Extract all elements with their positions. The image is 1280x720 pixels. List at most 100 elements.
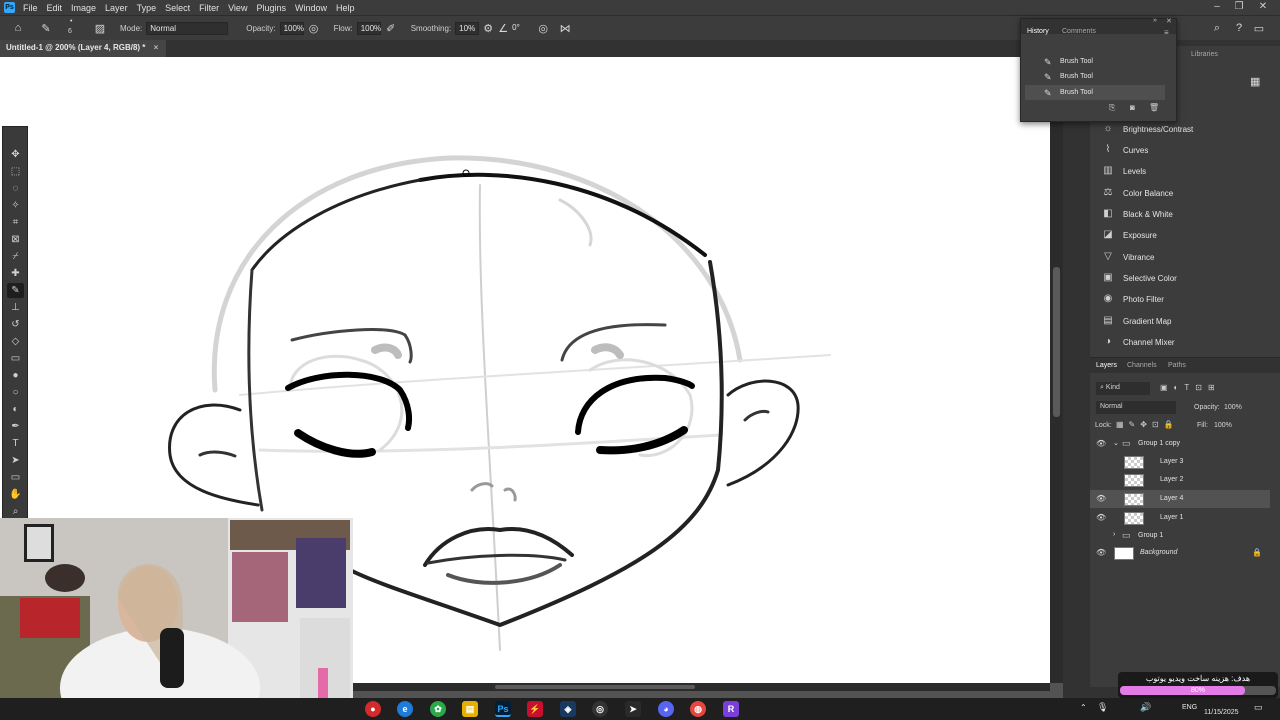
pressure-opacity-icon[interactable]: ◎ bbox=[304, 22, 324, 35]
close-window-icon[interactable]: ✕ bbox=[1252, 0, 1274, 15]
restore-icon[interactable]: ❐ bbox=[1228, 0, 1250, 15]
blend-mode-select[interactable]: Normal bbox=[1096, 401, 1176, 414]
adj-exposure[interactable]: ◪ Exposure bbox=[1102, 226, 1157, 244]
horizontal-scroll-thumb[interactable] bbox=[495, 685, 695, 689]
marquee-tool-icon[interactable]: ⬚ bbox=[7, 164, 24, 179]
eye-icon[interactable]: 👁 bbox=[1096, 494, 1106, 503]
trash-icon[interactable]: 🗑 bbox=[1149, 103, 1159, 112]
layer-2[interactable]: Layer 2 bbox=[1090, 471, 1270, 489]
horizontal-scrollbar[interactable] bbox=[353, 683, 1050, 691]
chevron-right-icon[interactable]: › bbox=[1113, 531, 1115, 538]
panel-menu-icon[interactable]: ≡ bbox=[1164, 28, 1169, 37]
close-panel-icon[interactable]: ✕ bbox=[1166, 17, 1172, 25]
language-indicator[interactable]: ENG bbox=[1182, 704, 1197, 711]
tab-libraries[interactable]: Libraries bbox=[1191, 51, 1218, 58]
adj-curves[interactable]: ⌇ Curves bbox=[1102, 141, 1149, 159]
brush-settings-icon[interactable]: ▨ bbox=[90, 22, 110, 35]
layer-3[interactable]: Layer 3 bbox=[1090, 453, 1270, 471]
tray-date[interactable]: 11/15/2025 bbox=[1204, 709, 1239, 716]
tab-comments[interactable]: Comments bbox=[1062, 28, 1096, 35]
blur-tool-icon[interactable]: ● bbox=[7, 368, 24, 383]
stamp-tool-icon[interactable]: ⊥ bbox=[7, 300, 24, 315]
tab-paths[interactable]: Paths bbox=[1168, 362, 1186, 369]
record-app-icon[interactable]: ● bbox=[365, 701, 381, 717]
zoom-tool-icon[interactable]: ⌕ bbox=[7, 504, 24, 519]
microphone-icon[interactable]: 🎙 bbox=[1097, 702, 1108, 713]
search-icon[interactable]: ⌕ bbox=[1210, 22, 1224, 35]
airbrush-icon[interactable]: ✐ bbox=[381, 22, 401, 35]
eye-icon[interactable]: 👁 bbox=[1096, 548, 1106, 557]
chevron-down-icon[interactable]: ⌄ bbox=[1113, 439, 1119, 447]
sponge-tool-icon[interactable]: ◐ bbox=[7, 402, 24, 417]
eyedropper-tool-icon[interactable]: ⌿ bbox=[7, 249, 24, 264]
collapse-icon[interactable]: » bbox=[1153, 17, 1157, 24]
grid-view-icon[interactable]: ▦ bbox=[1250, 75, 1260, 88]
layer-background[interactable]: 👁 Background 🔒 bbox=[1090, 544, 1270, 562]
discord-icon[interactable]: ◕ bbox=[658, 701, 674, 717]
adj-vibrance[interactable]: ▽ Vibrance bbox=[1102, 248, 1154, 266]
crop-tool-icon[interactable]: ⌗ bbox=[7, 215, 24, 230]
type-tool-icon[interactable]: T bbox=[7, 436, 24, 451]
menu-type[interactable]: Type bbox=[137, 3, 157, 13]
hand-tool-icon[interactable]: ✋ bbox=[7, 487, 24, 502]
document-tab[interactable]: Untitled-1 @ 200% (Layer 4, RGB/8) * × bbox=[0, 40, 167, 57]
adj-brightness-contrast[interactable]: ☼ Brightness/Contrast bbox=[1102, 120, 1193, 138]
menu-select[interactable]: Select bbox=[165, 3, 190, 13]
opacity-field[interactable]: 100% bbox=[279, 21, 304, 35]
eraser-tool-icon[interactable]: ◇ bbox=[7, 334, 24, 349]
menu-help[interactable]: Help bbox=[336, 3, 355, 13]
gear-icon[interactable]: ⚙ bbox=[479, 22, 497, 35]
notification-icon[interactable]: ▭ bbox=[1254, 702, 1263, 713]
new-document-icon[interactable]: ⎘ bbox=[1109, 103, 1115, 113]
history-brush-tool-icon[interactable]: ↺ bbox=[7, 317, 24, 332]
menu-plugins[interactable]: Plugins bbox=[256, 3, 286, 13]
speaker-icon[interactable]: 🔊 bbox=[1140, 702, 1151, 713]
vertical-scrollbar[interactable] bbox=[1050, 57, 1063, 683]
lock-icons[interactable]: ▦✎✥⊡🔒 bbox=[1116, 420, 1179, 429]
layer-4-selected[interactable]: 👁 Layer 4 bbox=[1090, 490, 1270, 508]
history-row[interactable]: ✎ Brush Tool bbox=[1025, 69, 1165, 84]
lasso-tool-icon[interactable]: ◌ bbox=[7, 181, 24, 196]
rectangle-tool-icon[interactable]: ▭ bbox=[7, 470, 24, 485]
r-app-icon[interactable]: R bbox=[723, 701, 739, 717]
tab-layers[interactable]: Layers bbox=[1096, 362, 1117, 369]
cursor-app-icon[interactable]: ➤ bbox=[625, 701, 641, 717]
menu-view[interactable]: View bbox=[228, 3, 247, 13]
tray-chevron-up-icon[interactable]: ⌃ bbox=[1080, 703, 1087, 712]
menu-edit[interactable]: Edit bbox=[47, 3, 63, 13]
path-select-tool-icon[interactable]: ➤ bbox=[7, 453, 24, 468]
healing-tool-icon[interactable]: ✚ bbox=[7, 266, 24, 281]
tab-channels[interactable]: Channels bbox=[1127, 362, 1157, 369]
help-icon[interactable]: ? bbox=[1232, 22, 1246, 34]
edge-icon[interactable]: e bbox=[397, 701, 413, 717]
adj-channel-mixer[interactable]: ◑ Channel Mixer bbox=[1102, 333, 1175, 351]
tab-history[interactable]: History bbox=[1027, 28, 1049, 35]
menu-window[interactable]: Window bbox=[295, 3, 327, 13]
brush-size-picker[interactable]: • 6 bbox=[56, 18, 90, 38]
steam-icon[interactable]: ◈ bbox=[560, 701, 576, 717]
smoothing-field[interactable]: 10% bbox=[455, 21, 480, 35]
vertical-scroll-thumb[interactable] bbox=[1053, 267, 1060, 417]
close-tab-icon[interactable]: × bbox=[154, 43, 159, 52]
eye-icon[interactable]: 👁 bbox=[1096, 439, 1106, 448]
fill-field[interactable]: 100% bbox=[1214, 422, 1232, 429]
chrome-icon[interactable]: ◍ bbox=[690, 701, 706, 717]
layer-opacity-field[interactable]: 100% bbox=[1224, 404, 1242, 411]
brush-preset-icon[interactable]: ✎ bbox=[36, 22, 56, 35]
workspace-icon[interactable]: ▭ bbox=[1252, 22, 1266, 35]
pressure-size-icon[interactable]: ◎ bbox=[531, 22, 555, 35]
adj-color-balance[interactable]: ⚖ Color Balance bbox=[1102, 184, 1174, 202]
obs-icon[interactable]: ◎ bbox=[592, 701, 608, 717]
adj-selective-color[interactable]: ▣ Selective Color bbox=[1102, 269, 1177, 287]
kind-filter[interactable]: ⌕ Kind bbox=[1096, 382, 1150, 395]
adj-photo-filter[interactable]: ◉ Photo Filter bbox=[1102, 290, 1164, 308]
photoshop-logo-icon[interactable]: Ps bbox=[4, 2, 15, 13]
flow-field[interactable]: 100% bbox=[356, 21, 381, 35]
eye-icon[interactable]: 👁 bbox=[1096, 513, 1106, 522]
quick-select-tool-icon[interactable]: ✧ bbox=[7, 198, 24, 213]
layer-group-1-copy[interactable]: 👁 ⌄ ▭ Group 1 copy bbox=[1090, 435, 1270, 453]
red-app-icon[interactable]: ⚡ bbox=[527, 701, 543, 717]
brush-tool-icon[interactable]: ✎ bbox=[7, 283, 24, 298]
file-explorer-icon[interactable]: ▤ bbox=[462, 701, 478, 717]
menu-layer[interactable]: Layer bbox=[105, 3, 128, 13]
